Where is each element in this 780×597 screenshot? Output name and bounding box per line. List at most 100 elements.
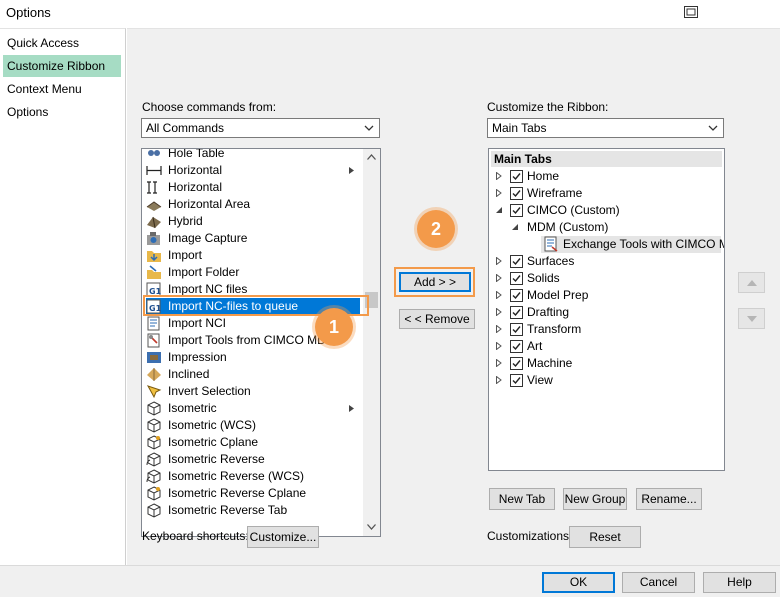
list-item[interactable]: Isometric (WCS) bbox=[146, 417, 360, 434]
list-item-label: Isometric (WCS) bbox=[168, 418, 256, 432]
list-item[interactable]: Horizontal bbox=[146, 162, 360, 179]
expand-icon[interactable] bbox=[495, 342, 503, 350]
help-button[interactable]: Help bbox=[703, 572, 776, 593]
checkbox[interactable] bbox=[510, 187, 523, 200]
checkbox[interactable] bbox=[510, 357, 523, 370]
move-down-button[interactable] bbox=[738, 308, 765, 329]
sidebar-item-context-menu[interactable]: Context Menu bbox=[3, 78, 121, 100]
tree-item-machine[interactable]: Machine bbox=[489, 355, 719, 372]
tree-item-art[interactable]: Art bbox=[489, 338, 719, 355]
sidebar: Quick Access Toolbar Customize Ribbon Co… bbox=[0, 28, 126, 565]
choose-commands-dropdown[interactable]: All Commands bbox=[141, 118, 380, 138]
list-item[interactable]: Horizontal bbox=[146, 179, 360, 196]
expand-icon[interactable] bbox=[495, 189, 503, 197]
tree-item-view[interactable]: View bbox=[489, 372, 719, 389]
list-item[interactable]: Impression bbox=[146, 349, 360, 366]
add-button[interactable]: Add > > bbox=[399, 272, 471, 292]
list-item[interactable]: Isometric bbox=[146, 400, 360, 417]
sidebar-item-options[interactable]: Options bbox=[3, 101, 121, 123]
sidebar-item-quick-access-toolbar[interactable]: Quick Access Toolbar bbox=[3, 32, 121, 72]
list-item[interactable]: Invert Selection bbox=[146, 383, 360, 400]
collapse-icon[interactable] bbox=[495, 206, 503, 214]
expand-icon[interactable] bbox=[495, 359, 503, 367]
list-item-label: Isometric Reverse Cplane bbox=[168, 486, 307, 500]
tree-item-solids[interactable]: Solids bbox=[489, 270, 719, 287]
checkbox[interactable] bbox=[510, 272, 523, 285]
move-up-button[interactable] bbox=[738, 272, 765, 293]
tree-item-model-prep[interactable]: Model Prep bbox=[489, 287, 719, 304]
list-item[interactable]: Isometric Reverse Cplane bbox=[146, 485, 360, 502]
restore-window-icon[interactable] bbox=[684, 6, 698, 18]
expand-icon[interactable] bbox=[495, 376, 503, 384]
cancel-button[interactable]: Cancel bbox=[622, 572, 695, 593]
list-item-label: Impression bbox=[168, 350, 227, 364]
tree-item-exchange-tools[interactable]: Exchange Tools with CIMCO MDM bbox=[541, 236, 724, 253]
tree-item-home[interactable]: Home bbox=[489, 168, 719, 185]
isometric-wcs-icon bbox=[147, 418, 161, 433]
horizontal-dimension-icon bbox=[146, 166, 162, 175]
list-item[interactable]: Hole Table bbox=[146, 149, 360, 162]
triangle-up-icon bbox=[747, 280, 757, 286]
remove-button[interactable]: < < Remove bbox=[399, 309, 475, 329]
choose-commands-value: All Commands bbox=[146, 121, 225, 135]
scroll-up-icon[interactable] bbox=[367, 154, 376, 160]
new-group-button[interactable]: New Group bbox=[563, 488, 627, 510]
ok-button[interactable]: OK bbox=[542, 572, 615, 593]
sidebar-item-customize-ribbon[interactable]: Customize Ribbon bbox=[3, 55, 121, 77]
tree-item-label: MDM (Custom) bbox=[527, 220, 609, 234]
list-item[interactable]: Image Capture bbox=[146, 230, 360, 247]
list-item[interactable]: Import bbox=[146, 247, 360, 264]
list-item-label: Import NCI bbox=[168, 316, 227, 330]
tree-item-cimco[interactable]: CIMCO (Custom) bbox=[489, 202, 719, 219]
commands-list[interactable]: Hole Table Horizontal Horizontal Horizon… bbox=[141, 148, 381, 537]
expand-icon[interactable] bbox=[495, 257, 503, 265]
tree-item-transform[interactable]: Transform bbox=[489, 321, 719, 338]
expand-icon[interactable] bbox=[495, 308, 503, 316]
list-item-label: Horizontal bbox=[168, 163, 223, 177]
new-tab-button[interactable]: New Tab bbox=[489, 488, 555, 510]
expand-icon[interactable] bbox=[495, 291, 503, 299]
customize-ribbon-dropdown[interactable]: Main Tabs bbox=[487, 118, 724, 138]
expand-icon[interactable] bbox=[495, 172, 503, 180]
checkbox[interactable] bbox=[510, 289, 523, 302]
step-2-badge: 2 bbox=[417, 210, 455, 248]
list-item[interactable]: Isometric Reverse bbox=[146, 451, 360, 468]
checkbox[interactable] bbox=[510, 306, 523, 319]
tree-item-drafting[interactable]: Drafting bbox=[489, 304, 719, 321]
tree-item-wireframe[interactable]: Wireframe bbox=[489, 185, 719, 202]
dialog-footer: OK Cancel Help bbox=[0, 565, 780, 597]
list-item-label: Horizontal bbox=[168, 180, 223, 194]
checkbox[interactable] bbox=[510, 340, 523, 353]
customize-shortcuts-button[interactable]: Customize... bbox=[247, 526, 319, 548]
checkbox[interactable] bbox=[510, 204, 523, 217]
list-item[interactable]: Isometric Cplane bbox=[146, 434, 360, 451]
impression-icon bbox=[147, 352, 161, 363]
import-tools-icon bbox=[147, 333, 160, 348]
checkbox[interactable] bbox=[510, 170, 523, 183]
tree-item-surfaces[interactable]: Surfaces bbox=[489, 253, 719, 270]
checkbox[interactable] bbox=[510, 374, 523, 387]
import-nci-icon bbox=[147, 316, 160, 331]
list-item[interactable]: Isometric Reverse (WCS) bbox=[146, 468, 360, 485]
tree-item-label: CIMCO (Custom) bbox=[527, 203, 620, 217]
list-item[interactable]: Import Folder bbox=[146, 264, 360, 281]
expand-icon[interactable] bbox=[495, 325, 503, 333]
scroll-down-icon[interactable] bbox=[367, 524, 376, 530]
checkbox[interactable] bbox=[510, 323, 523, 336]
list-item[interactable]: Isometric Reverse Tab bbox=[146, 502, 360, 519]
list-item[interactable]: Inclined bbox=[146, 366, 360, 383]
invert-selection-icon bbox=[146, 385, 162, 399]
commands-scrollbar[interactable] bbox=[363, 149, 380, 536]
reset-button[interactable]: Reset bbox=[569, 526, 641, 548]
hybrid-icon bbox=[147, 216, 161, 229]
rename-button[interactable]: Rename... bbox=[636, 488, 702, 510]
ribbon-tree[interactable]: Main Tabs Home Wireframe CIMCO (Custom) … bbox=[488, 148, 725, 471]
checkbox[interactable] bbox=[510, 255, 523, 268]
tree-item-label: Surfaces bbox=[527, 254, 575, 268]
tree-item-mdm[interactable]: MDM (Custom) bbox=[489, 219, 719, 236]
collapse-icon[interactable] bbox=[511, 223, 519, 231]
list-item[interactable]: Horizontal Area bbox=[146, 196, 360, 213]
list-item[interactable]: Hybrid bbox=[146, 213, 360, 230]
expand-icon[interactable] bbox=[495, 274, 503, 282]
list-item-label: Horizontal Area bbox=[168, 197, 251, 211]
